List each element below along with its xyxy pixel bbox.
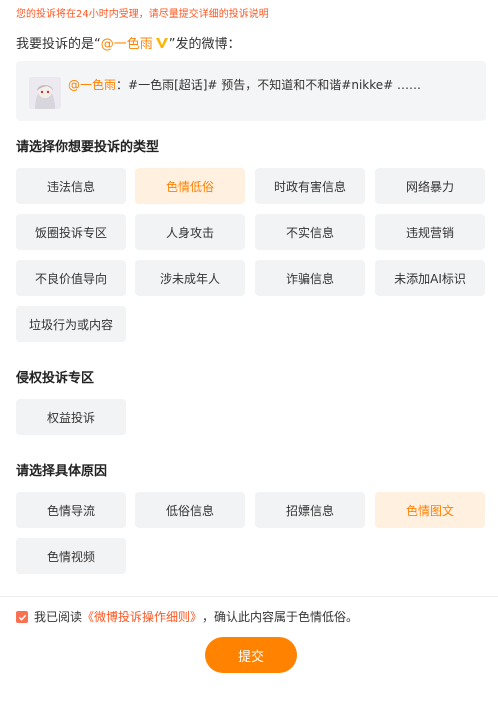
complaint-target: 我要投诉的是“@一色雨 ”发的微博： (16, 36, 241, 54)
vip-badge-icon (155, 38, 168, 48)
type-section-title: 请选择你想要投诉的类型 (16, 140, 160, 155)
agreement-row: 我已阅读 《微博投诉操作细则》 ，确认此内容属于色情低俗。 (16, 609, 358, 625)
target-suffix: ”发的微博： (168, 37, 241, 52)
preview-content: ：#一色雨[超话]# 预告，不知道和不和谐#nikke# …… (116, 78, 422, 92)
type-option-illegal[interactable]: 违法信息 (16, 168, 126, 204)
type-option-pornographic[interactable]: 色情低俗 (135, 168, 245, 204)
type-option-personal-attack[interactable]: 人身攻击 (135, 214, 245, 250)
type-option-bad-values[interactable]: 不良价值导向 (16, 260, 126, 296)
check-icon (18, 614, 26, 621)
reason-option-porn-images[interactable]: 色情图文 (375, 492, 485, 528)
reason-section-title: 请选择具体原因 (16, 464, 108, 479)
type-option-fandom[interactable]: 饭圈投诉专区 (16, 214, 126, 250)
target-prefix: 我要投诉的是“ (16, 37, 101, 52)
submit-button[interactable]: 提交 (205, 637, 297, 673)
type-option-no-ai-label[interactable]: 未添加AI标识 (375, 260, 485, 296)
rights-option-complaint[interactable]: 权益投诉 (16, 399, 126, 435)
type-option-cyberbullying[interactable]: 网络暴力 (375, 168, 485, 204)
reason-option-porn-traffic[interactable]: 色情导流 (16, 492, 126, 528)
reason-option-porn-video[interactable]: 色情视频 (16, 538, 126, 574)
type-option-false-info[interactable]: 不实信息 (255, 214, 365, 250)
target-username[interactable]: @一色雨 (101, 37, 153, 52)
type-option-minors[interactable]: 涉未成年人 (135, 260, 245, 296)
author-avatar (29, 77, 61, 109)
weibo-preview-card[interactable]: @一色雨：#一色雨[超话]# 预告，不知道和不和谐#nikke# …… (16, 61, 486, 121)
agreement-checkbox[interactable] (16, 611, 28, 623)
agreement-rules-link[interactable]: 《微博投诉操作细则》 (82, 609, 202, 625)
type-option-fraud[interactable]: 诈骗信息 (255, 260, 365, 296)
divider (0, 596, 498, 597)
type-option-illegal-marketing[interactable]: 违规营销 (375, 214, 485, 250)
agreement-prefix: 我已阅读 (34, 610, 83, 624)
rights-section-title: 侵权投诉专区 (16, 371, 95, 386)
reason-option-vulgar[interactable]: 低俗信息 (135, 492, 245, 528)
preview-text: @一色雨：#一色雨[超话]# 预告，不知道和不和谐#nikke# …… (68, 77, 421, 94)
type-option-political[interactable]: 时政有害信息 (255, 168, 365, 204)
reason-option-solicitation[interactable]: 招嫖信息 (255, 492, 365, 528)
notice-text: 您的投诉将在24小时内受理，请尽量提交详细的投诉说明 (16, 9, 269, 20)
type-option-spam[interactable]: 垃圾行为或内容 (16, 306, 126, 342)
preview-author[interactable]: @一色雨 (68, 78, 116, 92)
agreement-suffix: ，确认此内容属于色情低俗。 (202, 610, 359, 624)
